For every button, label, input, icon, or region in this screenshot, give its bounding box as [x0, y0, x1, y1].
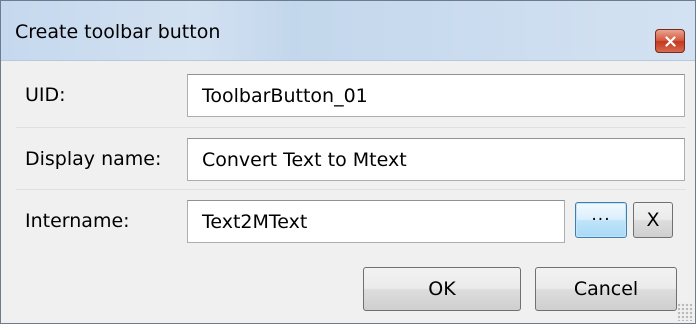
resize-grip-icon[interactable] [677, 303, 693, 321]
close-icon [665, 36, 676, 47]
display-name-label: Display name: [25, 148, 162, 170]
display-name-input[interactable]: Convert Text to Mtext [187, 138, 685, 181]
uid-value: ToolbarButton_01 [202, 85, 368, 107]
cancel-button-label: Cancel [573, 278, 639, 300]
intername-input[interactable]: Text2MText [187, 200, 565, 243]
ok-button-label: OK [428, 278, 456, 300]
clear-button-label: X [646, 209, 660, 231]
browse-button-label: ... [591, 205, 611, 225]
ok-button[interactable]: OK [363, 267, 521, 311]
uid-input[interactable]: ToolbarButton_01 [187, 74, 685, 117]
intername-label: Intername: [25, 210, 130, 232]
browse-button[interactable]: ... [575, 202, 627, 238]
cancel-button[interactable]: Cancel [535, 267, 677, 311]
uid-label: UID: [25, 84, 66, 106]
create-toolbar-button-dialog: Create toolbar button UID: ToolbarButton… [0, 0, 696, 324]
display-name-value: Convert Text to Mtext [202, 149, 407, 171]
row-divider [16, 127, 686, 128]
intername-value: Text2MText [202, 211, 308, 233]
title-bar[interactable]: Create toolbar button [1, 1, 695, 61]
window-title: Create toolbar button [15, 21, 221, 43]
close-button[interactable] [655, 29, 685, 53]
row-divider [16, 189, 686, 190]
clear-button[interactable]: X [633, 202, 673, 238]
